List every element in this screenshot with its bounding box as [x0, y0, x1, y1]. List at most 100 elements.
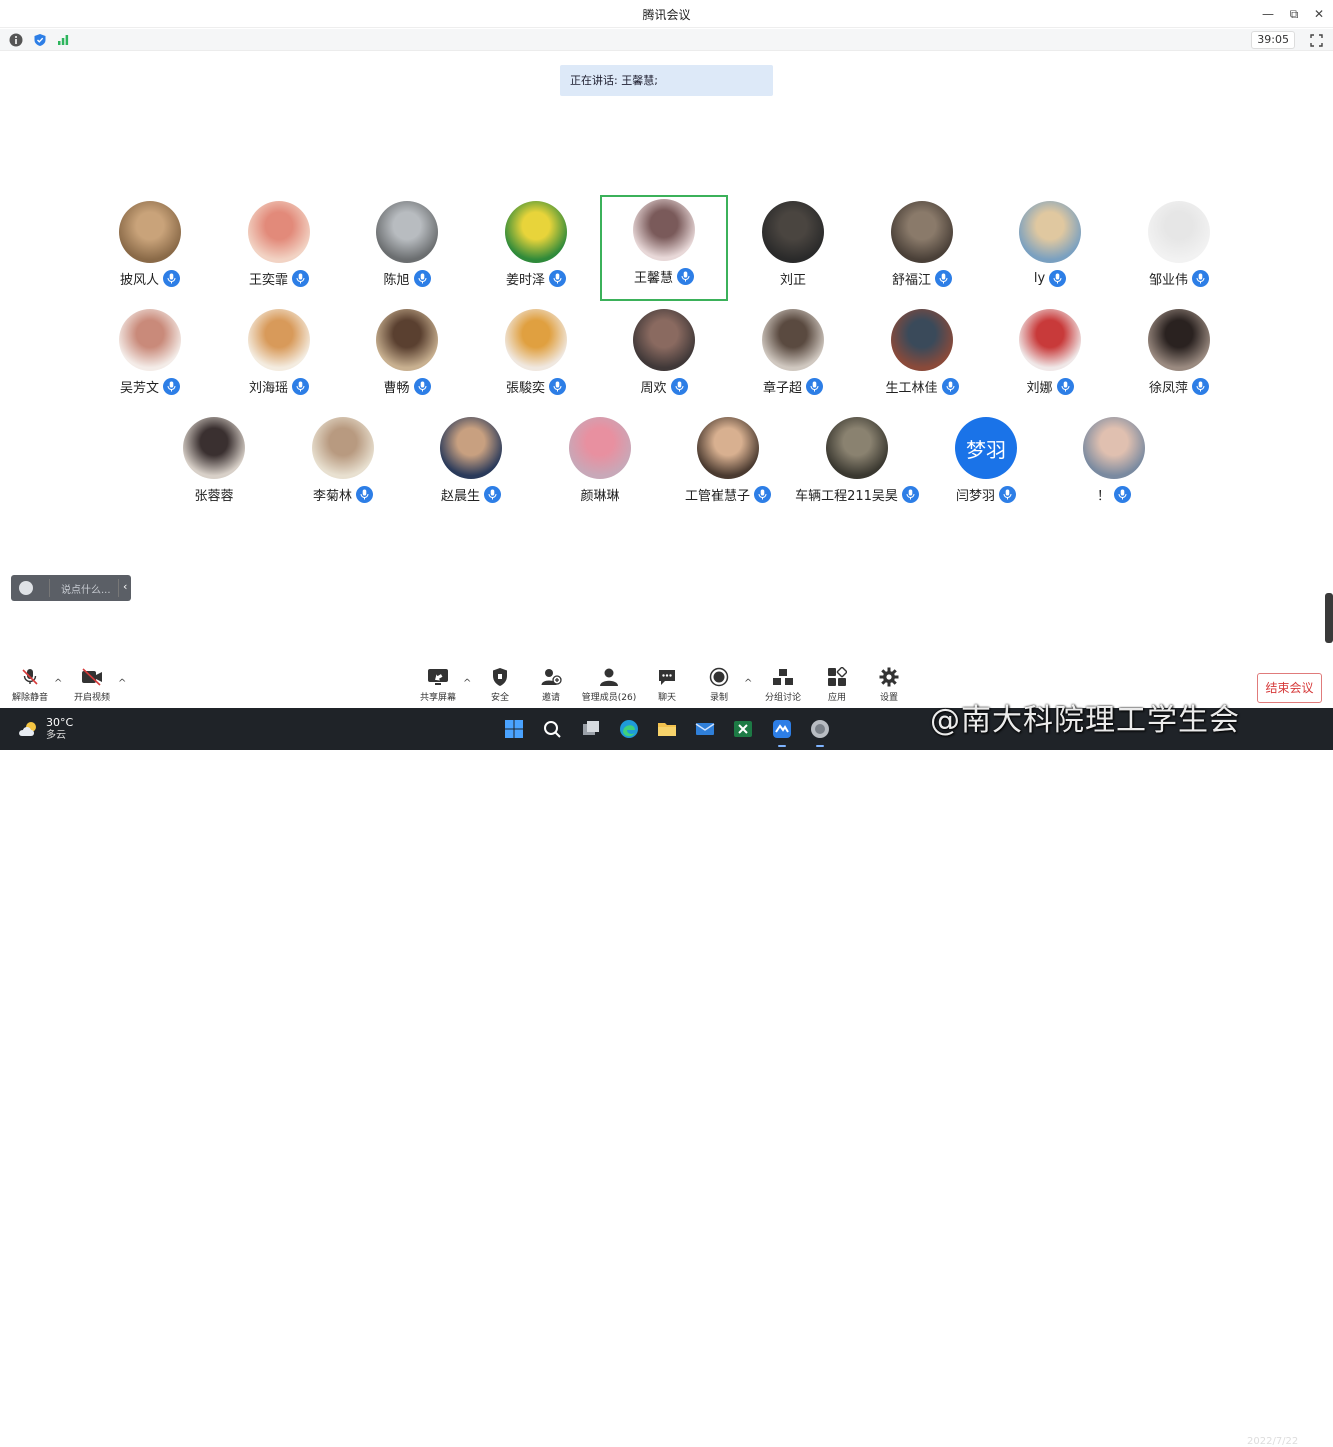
unmute-button[interactable]: 解除静音	[0, 666, 60, 706]
record-label: 录制	[709, 693, 728, 703]
mic-icon	[163, 377, 180, 395]
participant-name: 周欢	[640, 380, 667, 396]
participant-tile[interactable]: 车辆工程211吴昊	[793, 413, 921, 519]
participant-tile[interactable]: 張駿奕	[472, 305, 600, 411]
minimize-button[interactable]: —	[1258, 4, 1278, 24]
excel-icon[interactable]	[731, 717, 755, 741]
emoji-icon[interactable]	[19, 581, 33, 595]
participant-name-row: 王馨慧	[602, 265, 726, 287]
mic-icon	[677, 267, 694, 285]
avatar	[762, 201, 824, 263]
mic-icon	[484, 485, 501, 503]
invite-button[interactable]: 邀请	[521, 666, 581, 706]
avatar	[119, 309, 181, 371]
participant-tile[interactable]: 王奕霏	[215, 197, 343, 303]
mail-icon[interactable]	[693, 717, 717, 741]
running-app-icon[interactable]	[808, 717, 832, 747]
participant-name-row: 曹畅	[343, 375, 471, 397]
mic-icon	[1192, 377, 1209, 395]
scrollbar-thumb[interactable]	[1325, 593, 1333, 643]
participant-tile[interactable]: 王馨慧	[600, 195, 728, 301]
info-icon[interactable]	[8, 32, 24, 48]
fullscreen-icon[interactable]	[1308, 32, 1324, 48]
cloudy-weather-icon	[19, 722, 36, 736]
manage-members-label: 管理成员(26)	[581, 693, 637, 703]
participant-tile[interactable]: 舒福江	[858, 197, 986, 303]
participant-tile[interactable]: 曹畅	[343, 305, 471, 411]
participant-tile[interactable]: 工管崔慧子	[664, 413, 792, 519]
participant-tile[interactable]: 梦羽 闫梦羽	[922, 413, 1050, 519]
chat-button[interactable]: 聊天	[637, 666, 697, 706]
restore-button[interactable]: ⧉	[1284, 4, 1304, 24]
mic-icon	[356, 485, 373, 503]
participant-tile[interactable]: 李菊林	[279, 413, 407, 519]
apps-button[interactable]: 应用	[807, 666, 867, 706]
participant-tile[interactable]: 刘海瑶	[215, 305, 343, 411]
mic-icon	[806, 377, 823, 395]
participant-name: 颜琳琳	[580, 488, 620, 504]
participant-tile[interactable]: 刘正	[729, 197, 857, 303]
avatar	[1148, 201, 1210, 263]
chat-input-bar[interactable]: 说点什么... ‹	[11, 575, 131, 601]
meeting-info-bar: 39:05	[0, 29, 1333, 51]
tencent-meeting-taskbar-icon[interactable]	[770, 717, 794, 747]
avatar	[633, 199, 695, 261]
participant-tile[interactable]: 披风人	[86, 197, 214, 303]
video-off-icon	[62, 666, 122, 688]
close-button[interactable]: ✕	[1309, 4, 1329, 24]
record-button[interactable]: 录制	[689, 666, 749, 706]
participant-name-row: 舒福江	[858, 267, 986, 289]
search-icon[interactable]	[540, 717, 564, 741]
settings-button[interactable]: 设置	[859, 666, 919, 706]
record-options-caret-icon[interactable]: ^	[744, 678, 752, 689]
participant-tile[interactable]: 章子超	[729, 305, 857, 411]
avatar	[312, 417, 374, 479]
chat-placeholder[interactable]: 说点什么...	[61, 581, 111, 596]
start-video-button[interactable]: 开启视频	[62, 666, 122, 706]
manage-members-button[interactable]: 管理成员(26)	[579, 666, 639, 706]
edge-browser-icon[interactable]	[617, 717, 641, 741]
participant-name: ly	[1033, 270, 1046, 286]
mic-icon	[292, 377, 309, 395]
participant-name-row: 李菊林	[279, 483, 407, 505]
shield-icon[interactable]	[32, 32, 48, 48]
participant-tile[interactable]: 陈旭	[343, 197, 471, 303]
participant-name-row: 徐凤萍	[1115, 375, 1243, 397]
participant-tile[interactable]: 邹业伟	[1115, 197, 1243, 303]
participant-name-row: 刘正	[729, 267, 857, 289]
start-menu-icon[interactable]	[502, 717, 526, 741]
participant-tile[interactable]: 吴芳文	[86, 305, 214, 411]
meeting-window: 腾讯会议 — ⧉ ✕ 39:05 正在讲话: 王馨慧; 披风人 王奕霏 陈旭 姜时泽 王…	[0, 0, 1333, 708]
participant-name-row: 工管崔慧子	[664, 483, 792, 505]
participant-name: 邹业伟	[1148, 272, 1188, 288]
participant-tile[interactable]: ly	[986, 197, 1114, 303]
participant-tile[interactable]: 生工林佳	[858, 305, 986, 411]
apps-grid-icon	[807, 666, 867, 688]
mic-icon	[935, 269, 952, 287]
share-screen-label: 共享屏幕	[419, 693, 456, 703]
participant-tile[interactable]: 张蓉蓉	[150, 413, 278, 519]
weather-widget[interactable]: 30°C 多云	[18, 716, 73, 742]
share-screen-button[interactable]: 共享屏幕	[408, 666, 468, 706]
participant-name-row: 颜琳琳	[536, 483, 664, 505]
participant-tile[interactable]: 赵晨生	[407, 413, 535, 519]
participant-name: 刘娜	[1026, 380, 1053, 396]
signal-icon[interactable]	[55, 32, 71, 48]
participant-tile[interactable]: ！	[1050, 413, 1178, 519]
participant-tile[interactable]: 姜时泽	[472, 197, 600, 303]
task-view-icon[interactable]	[579, 717, 603, 741]
video-options-caret-icon[interactable]: ^	[118, 678, 126, 689]
participant-name-row: 刘娜	[986, 375, 1114, 397]
avatar	[1148, 309, 1210, 371]
participant-tile[interactable]: 徐凤萍	[1115, 305, 1243, 411]
file-explorer-icon[interactable]	[655, 717, 679, 741]
participant-tile[interactable]: 周欢	[600, 305, 728, 411]
mic-icon	[413, 269, 431, 287]
breakout-rooms-button[interactable]: 分组讨论	[753, 666, 813, 706]
end-meeting-button[interactable]: 结束会议	[1257, 673, 1322, 703]
avatar-initials: 梦羽	[966, 437, 1006, 462]
participant-tile[interactable]: 刘娜	[986, 305, 1114, 411]
collapse-chevron-icon[interactable]: ‹	[123, 580, 127, 593]
avatar	[376, 201, 438, 263]
participant-tile[interactable]: 颜琳琳	[536, 413, 664, 519]
